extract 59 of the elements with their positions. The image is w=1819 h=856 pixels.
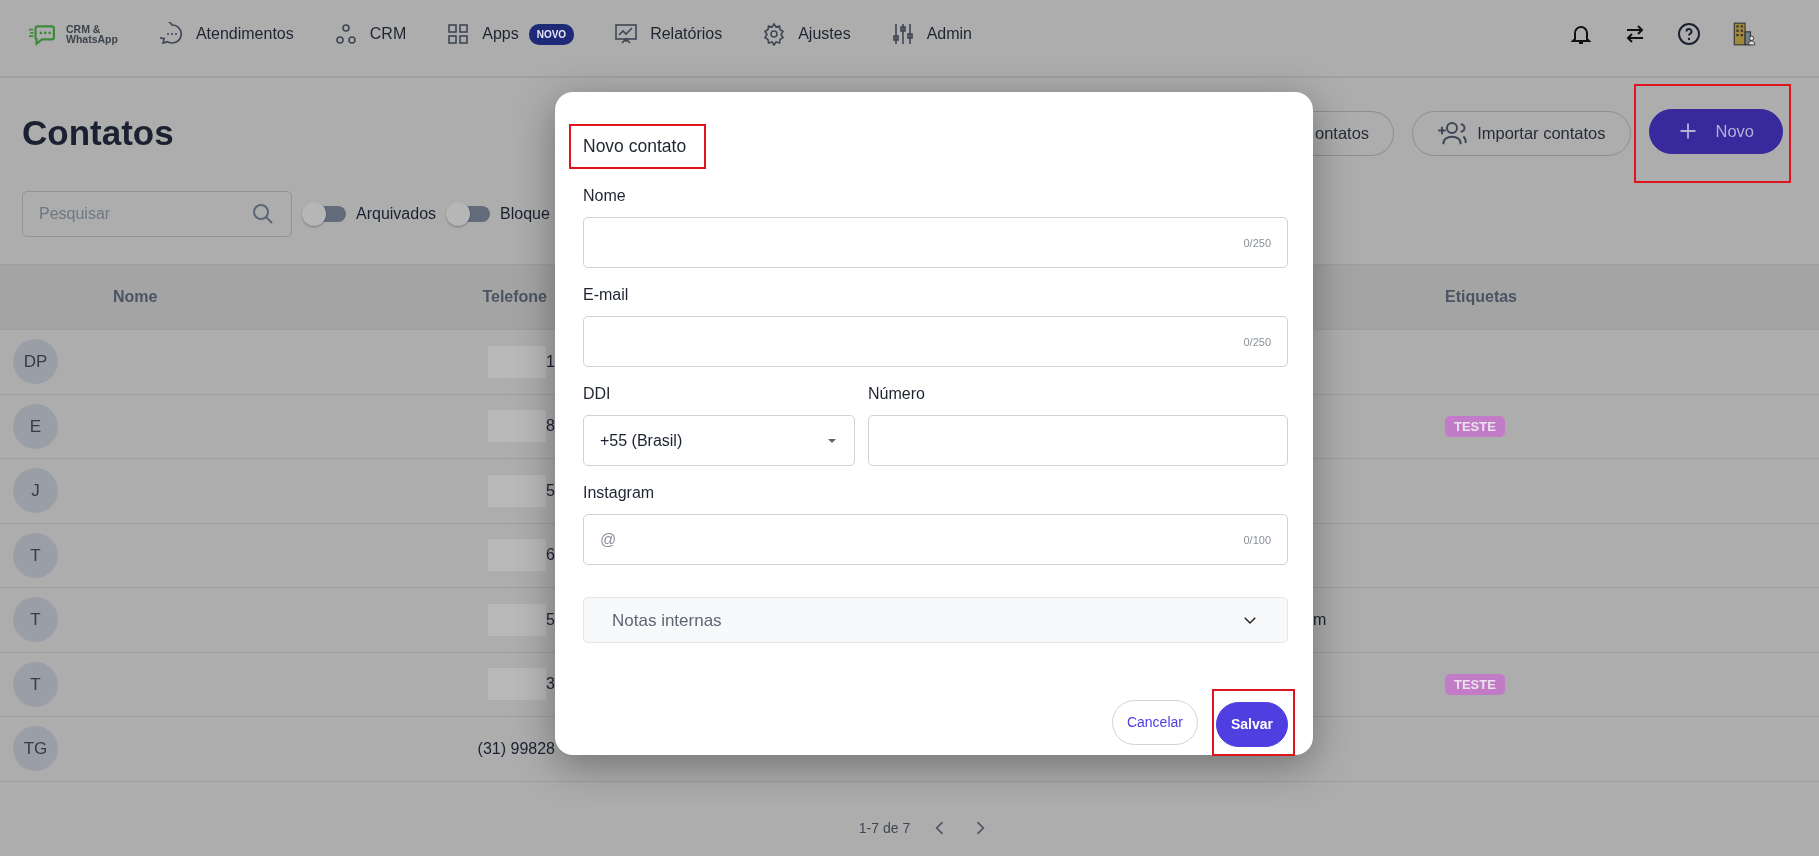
phone-cell-text: 6 [546,545,555,566]
nav-link[interactable]: Ajustes [798,22,851,46]
field-label: DDI [583,384,612,405]
pagination-range: 1-7 de 7 [858,818,911,838]
settings-icon[interactable] [762,22,787,46]
character-counter: 0/100 [1243,532,1271,548]
avatar: TG [13,726,58,772]
table-cell: m [1313,610,1327,628]
field-label: Número [868,384,926,405]
circles-icon[interactable] [333,22,358,46]
input-field[interactable] [868,415,1288,467]
cancel-button[interactable]: Cancelar [1111,700,1198,746]
phone-cell-text: 5 [546,609,555,630]
avatar: DP [13,339,58,385]
avatar: J [13,468,58,514]
save-button[interactable]: Salvar [1215,702,1288,748]
new-button[interactable]: Novo [1648,108,1784,154]
nav-link[interactable]: Apps [482,22,519,46]
nav-link[interactable]: Admin [926,22,972,46]
phone-cell-text: 1 [546,351,555,372]
field-label: Instagram [583,483,656,504]
tag: TESTE [1445,673,1505,695]
phone-cell-text: 3 [546,674,555,695]
chat-bubble-icon[interactable] [159,22,184,46]
nav-link[interactable]: Relatórios [650,22,723,46]
field-label: Nome [583,186,627,207]
avatar: T [13,661,58,707]
toggle-label: Bloque [500,204,550,224]
phone-cell-text: 5 [546,480,555,501]
tag: TESTE [1445,415,1505,437]
notes-accordion[interactable]: Notas internas [583,597,1288,644]
column-header: Nome [113,287,158,307]
nav-link[interactable]: Atendimentos [195,22,294,46]
new-badge: NOVO [528,23,575,45]
phone-cell-text: (31) 99828 [477,738,555,759]
avatar: T [13,532,58,578]
search-icon [251,202,275,226]
avatar: T [13,597,58,643]
avatar: E [13,403,58,449]
column-header: Telefone [482,287,547,307]
chart-board-icon[interactable] [614,22,639,46]
select-field[interactable]: +55 (Brasil) [583,415,855,467]
grid-icon[interactable] [446,22,471,46]
field-label: E-mail [583,285,630,306]
character-counter: 0/250 [1243,334,1271,350]
input-field[interactable]: @ 0/100 [583,514,1288,566]
column-header: Etiquetas [1445,287,1517,307]
nav-link[interactable]: CRM [369,22,407,46]
help-icon[interactable] [1677,22,1701,46]
input-field[interactable]: 0/250 [583,316,1288,368]
logo-text: CRM & WhatsApp [66,23,118,45]
sliders-icon[interactable] [890,22,915,46]
input-field[interactable]: 0/250 [583,217,1288,269]
character-counter: 0/250 [1243,235,1271,251]
phone-cell-text: 8 [546,416,555,437]
toggle-label: Arquivados [356,204,437,224]
page-title: Contatos [22,112,174,154]
building-icon[interactable] [1731,21,1757,47]
modal-title: Novo contato [583,136,687,156]
